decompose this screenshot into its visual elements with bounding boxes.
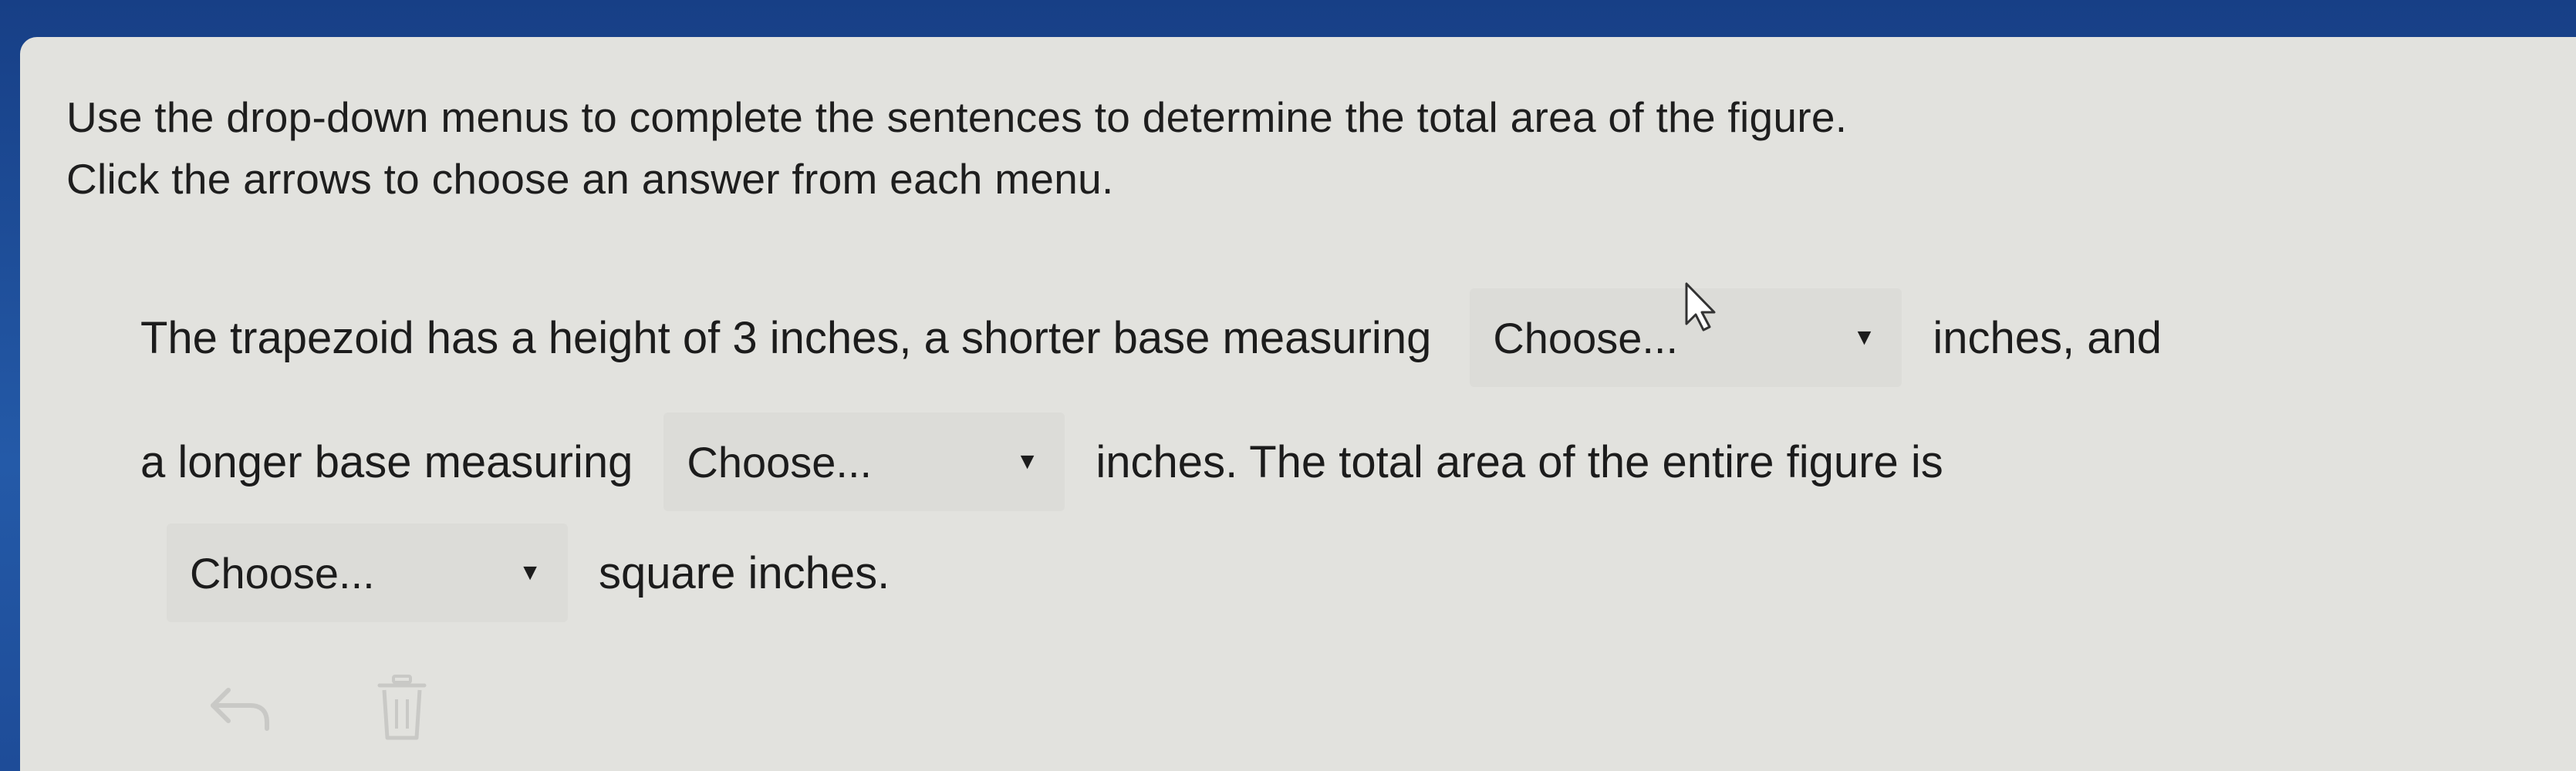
instructions: Use the drop-down menus to complete the … <box>66 86 1847 210</box>
chevron-down-icon: ▼ <box>1852 325 1876 350</box>
total-area-dropdown-value: Choose... <box>190 548 375 598</box>
delete-button[interactable] <box>360 665 444 750</box>
sentence-2-suffix: inches. The total area of the entire fig… <box>1096 436 1943 487</box>
instruction-line-1: Use the drop-down menus to complete the … <box>66 93 1848 141</box>
shorter-base-dropdown-value: Choose... <box>1493 313 1679 362</box>
sentence-1-text: The trapezoid has a height of 3 inches, … <box>140 312 1432 363</box>
sentence-line-1: The trapezoid has a height of 3 inches, … <box>140 288 2162 388</box>
sentence-2-text: a longer base measuring <box>140 436 633 487</box>
chevron-down-icon: ▼ <box>1015 449 1039 474</box>
instruction-line-2: Click the arrows to choose an answer fro… <box>66 155 1114 203</box>
sentence-line-2: a longer base measuring Choose... ▼ inch… <box>140 412 1943 512</box>
mouse-cursor-icon <box>1683 281 1722 338</box>
question-panel: Use the drop-down menus to complete the … <box>20 37 2576 771</box>
longer-base-dropdown[interactable]: Choose... ▼ <box>663 412 1065 511</box>
sentence-1-suffix: inches, and <box>1933 312 2162 363</box>
sentence-line-3: Choose... ▼ square inches. <box>167 523 890 623</box>
total-area-dropdown[interactable]: Choose... ▼ <box>167 524 568 622</box>
sentence-3-suffix: square inches. <box>599 547 890 598</box>
longer-base-dropdown-value: Choose... <box>687 437 873 487</box>
answer-toolbar <box>198 665 444 750</box>
trash-icon <box>377 675 427 740</box>
chevron-down-icon: ▼ <box>518 560 542 585</box>
undo-button[interactable] <box>198 665 282 750</box>
undo-icon <box>211 688 269 731</box>
